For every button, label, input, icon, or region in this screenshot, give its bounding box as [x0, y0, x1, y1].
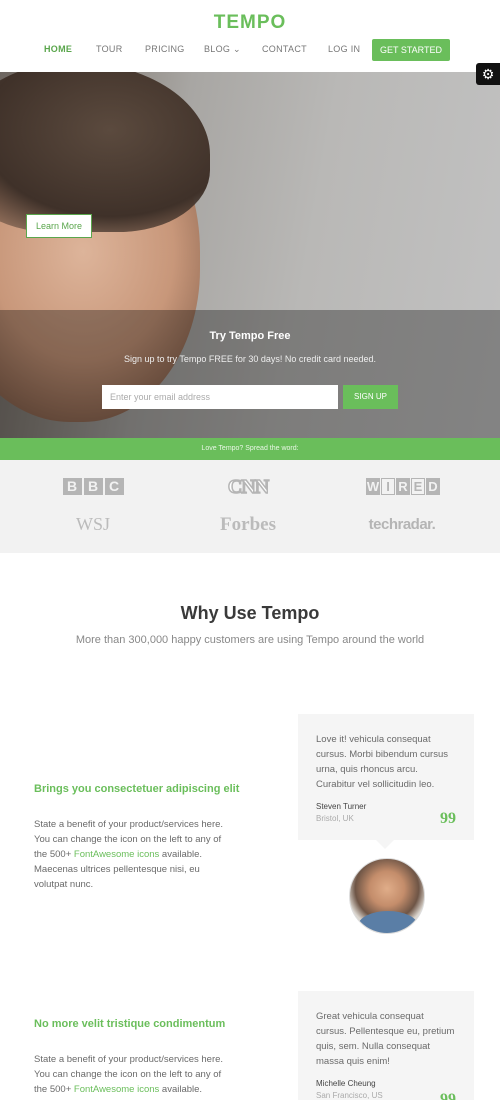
wsj-logo: WSJ: [75, 514, 110, 534]
testimonial-name: Steven Turner: [316, 802, 367, 811]
wired-logo-letter: D: [426, 478, 440, 495]
testimonial-text: Love it! vehicula consequat cursus. Morb…: [316, 734, 448, 790]
wired-logo-letter: I: [381, 478, 395, 495]
bbc-logo-letter: B: [83, 478, 103, 495]
get-started-button[interactable]: GET STARTED: [372, 39, 450, 61]
feature-text: State a benefit of your product/services…: [34, 817, 234, 892]
bbc-logo: BBC: [43, 478, 143, 496]
hero-subtitle: Sign up to try Tempo FREE for 30 days! N…: [124, 354, 376, 364]
nav-home[interactable]: HOME: [44, 44, 72, 54]
quote-icon: 99: [440, 810, 456, 827]
feature-text: State a benefit of your product/services…: [34, 1052, 234, 1097]
section-title: Why Use Tempo: [180, 603, 320, 623]
testimonial-card: Love it! vehicula consequat cursus. Morb…: [298, 714, 474, 840]
hero-section: Learn More Try Tempo Free Sign up to try…: [0, 72, 500, 460]
nav-pricing[interactable]: PRICING: [145, 44, 185, 54]
avatar: [349, 858, 425, 934]
site-logo[interactable]: TEMPO: [0, 12, 500, 34]
feature-title: Brings you consectetuer adipiscing elit: [34, 783, 240, 795]
quote-icon: 99: [440, 1091, 456, 1100]
learn-more-button[interactable]: Learn More: [26, 214, 92, 238]
nav-login[interactable]: LOG IN: [328, 44, 360, 54]
testimonial-location: San Francisco, US: [316, 1091, 383, 1100]
signup-button[interactable]: SIGN UP: [343, 385, 398, 409]
wired-logo-letter: R: [396, 478, 410, 495]
techradar-logo: techradar.: [368, 516, 436, 533]
feature-text-part: available.: [159, 1084, 203, 1095]
share-bar: Love Tempo? Spread the word:: [0, 438, 500, 460]
testimonial-card: Great vehicula consequat cursus. Pellent…: [298, 991, 474, 1100]
section-subtitle: More than 300,000 happy customers are us…: [75, 634, 425, 646]
nav-blog[interactable]: BLOG ⌄: [204, 44, 241, 55]
avatar-shirt: [358, 911, 418, 933]
press-logos: BBC CNN WIRED WSJ Forbes techradar.: [0, 460, 500, 553]
testimonial-text: Great vehicula consequat cursus. Pellent…: [316, 1011, 455, 1067]
nav-contact[interactable]: CONTACT: [262, 44, 307, 54]
wired-logo-letter: E: [411, 478, 425, 495]
testimonial-location: Bristol, UK: [316, 814, 354, 823]
gear-icon[interactable]: ⚙: [476, 63, 500, 85]
nav-tour[interactable]: TOUR: [96, 44, 123, 54]
fontawesome-link[interactable]: FontAwesome icons: [74, 849, 159, 860]
testimonial-pointer: [376, 840, 394, 849]
feature-title: No more velit tristique condimentum: [34, 1018, 226, 1030]
hero-title: Try Tempo Free: [209, 330, 291, 342]
bbc-logo-letter: B: [62, 478, 82, 495]
wired-logo-letter: W: [366, 478, 380, 495]
site-header: TEMPO HOME TOUR PRICING BLOG ⌄ CONTACT L…: [0, 0, 500, 72]
forbes-logo: Forbes: [220, 514, 276, 535]
bbc-logo-letter: C: [104, 478, 124, 495]
testimonial-name: Michelle Cheung: [316, 1079, 376, 1088]
hero-photo-hair: [0, 72, 210, 232]
fontawesome-link[interactable]: FontAwesome icons: [74, 1084, 159, 1095]
cnn-logo: CNN: [227, 475, 270, 499]
wired-logo: WIRED: [353, 478, 453, 496]
email-input[interactable]: [102, 385, 338, 409]
